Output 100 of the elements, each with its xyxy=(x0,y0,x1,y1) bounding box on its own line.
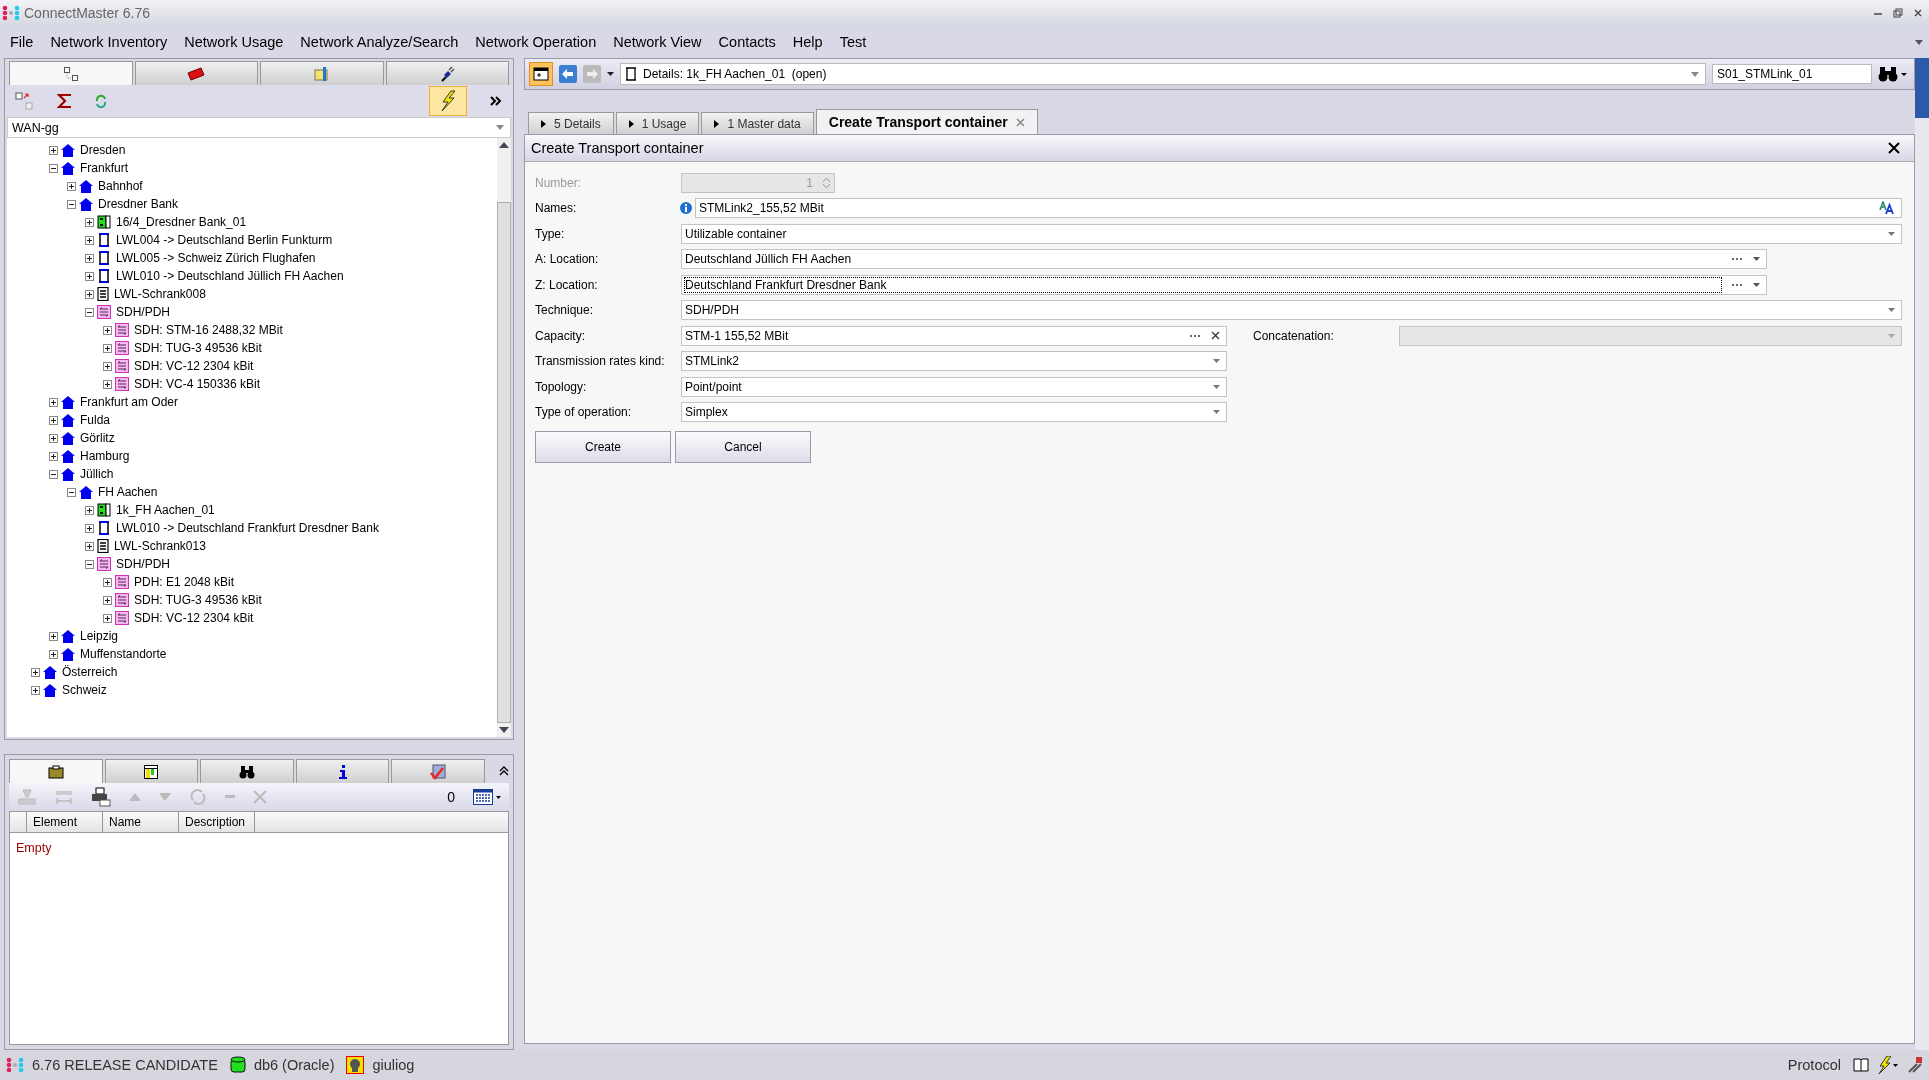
expand-toggle[interactable] xyxy=(49,415,58,425)
select-field[interactable]: Simplex xyxy=(681,402,1227,423)
tree-item[interactable]: FH Aachen xyxy=(98,485,158,499)
menu-item[interactable]: Test xyxy=(839,34,867,50)
book-icon[interactable] xyxy=(1853,1058,1869,1072)
form-button[interactable]: Create xyxy=(535,431,671,463)
clear-icon[interactable] xyxy=(1211,331,1220,341)
translate-icon[interactable] xyxy=(1879,201,1895,216)
detail-tab[interactable]: Create Transport container xyxy=(815,109,1038,134)
tree-item[interactable]: LWL010 -> Deutschland Frankfurt Dresdner Bank xyxy=(116,521,379,535)
menu-item[interactable]: Network Inventory xyxy=(50,34,168,50)
detail-tab[interactable]: 1 Usage xyxy=(615,112,700,134)
tree-filter-dropdown[interactable]: WAN-gg xyxy=(7,117,511,138)
location-field[interactable]: Deutschland Frankfurt Dresdner Bank xyxy=(681,274,1767,295)
tree-item[interactable]: LWL-Schrank013 xyxy=(114,539,206,553)
restore-icon[interactable] xyxy=(1893,8,1903,18)
detail-tab[interactable]: 1 Master data xyxy=(701,112,814,134)
tree-item[interactable]: Dresdner Bank xyxy=(98,197,179,211)
menu-item[interactable]: Contacts xyxy=(718,34,776,50)
tools-icon[interactable] xyxy=(1907,1056,1923,1074)
tree-item[interactable]: SDH: VC-12 2304 kBit xyxy=(134,611,254,625)
tree-item[interactable]: Bahnhof xyxy=(98,179,143,193)
expand-toggle[interactable] xyxy=(85,523,94,533)
scroll-up-icon[interactable] xyxy=(499,142,509,148)
panel-tab[interactable] xyxy=(104,759,199,783)
tree-item[interactable]: SDH/PDH xyxy=(116,557,170,571)
tree-expand-icon[interactable] xyxy=(15,92,35,110)
expand-toggle[interactable] xyxy=(49,433,58,443)
tree-item[interactable]: SDH: VC-12 2304 kBit xyxy=(134,359,254,373)
lightning-icon[interactable] xyxy=(1877,1056,1899,1074)
collapse-toggle[interactable] xyxy=(85,307,94,317)
menu-item[interactable]: Network Operation xyxy=(475,34,597,50)
close-icon[interactable] xyxy=(1913,8,1923,18)
select-field[interactable]: STMLink2 xyxy=(681,351,1227,372)
select-field[interactable]: Utilizable container xyxy=(681,223,1902,244)
tree-item[interactable]: 1k_FH Aachen_01 xyxy=(116,503,215,517)
location-field[interactable]: Deutschland Jüllich FH Aachen xyxy=(681,249,1767,270)
column-header[interactable]: Name xyxy=(103,812,179,832)
capacity-field[interactable]: STM-1 155,52 MBit xyxy=(681,325,1227,346)
tree-item[interactable]: PDH: E1 2048 kBit xyxy=(134,575,235,589)
expand-toggle[interactable] xyxy=(103,595,112,605)
expand-toggle[interactable] xyxy=(31,667,40,677)
tree-item[interactable]: Muffenstandorte xyxy=(80,647,167,661)
tree-item[interactable]: SDH: VC-4 150336 kBit xyxy=(134,377,261,391)
menu-item[interactable]: Network Usage xyxy=(184,34,284,50)
expand-toggle[interactable] xyxy=(103,343,112,353)
tree-item[interactable]: LWL010 -> Deutschland Jüllich FH Aachen xyxy=(116,269,344,283)
name-field[interactable]: STMLink2_155,52 MBit xyxy=(695,198,1902,219)
more-icon[interactable] xyxy=(1731,282,1743,287)
expand-toggle[interactable] xyxy=(103,577,112,587)
select-field[interactable]: Point/point xyxy=(681,376,1227,397)
protocol-menu[interactable]: Protocol xyxy=(1787,1057,1841,1073)
tree-item[interactable]: Schweiz xyxy=(62,683,107,697)
expand-toggle[interactable] xyxy=(49,451,58,461)
expand-toggle[interactable] xyxy=(49,145,58,155)
menu-item[interactable]: Network View xyxy=(613,34,702,50)
tree-item[interactable]: Österreich xyxy=(62,665,118,679)
tree-item[interactable]: Dresden xyxy=(80,143,126,157)
dropdown-arrow-icon[interactable] xyxy=(1753,257,1760,262)
collapse-toggle[interactable] xyxy=(67,487,76,497)
tree-item[interactable]: SDH: TUG-3 49536 kBit xyxy=(134,593,262,607)
search-field[interactable]: S01_STMLink_01 xyxy=(1712,64,1872,84)
expand-toggle[interactable] xyxy=(49,649,58,659)
tree-item[interactable]: LWL005 -> Schweiz Zürich Flughafen xyxy=(116,251,316,265)
expand-toggle[interactable] xyxy=(103,325,112,335)
column-header[interactable]: Element xyxy=(27,812,103,832)
history-dropdown-icon[interactable] xyxy=(607,72,614,76)
tree-item[interactable]: LWL004 -> Deutschland Berlin Funkturm xyxy=(116,233,333,247)
object-dropdown[interactable]: Details: 1k_FH Aachen_01 (open) xyxy=(620,63,1706,85)
close-tab-icon[interactable] xyxy=(1015,117,1025,127)
sum-icon[interactable] xyxy=(57,93,73,109)
expand-toggle[interactable] xyxy=(49,397,58,407)
expand-toggle[interactable] xyxy=(85,271,94,281)
expand-toggle[interactable] xyxy=(103,379,112,389)
expand-toggle[interactable] xyxy=(85,253,94,263)
select-field[interactable]: SDH/PDH xyxy=(681,300,1902,321)
expand-toggle[interactable] xyxy=(85,541,94,551)
menu-item[interactable]: Network Analyze/Search xyxy=(300,34,459,50)
detail-tab[interactable]: 5 Details xyxy=(528,112,614,134)
expand-toggle[interactable] xyxy=(85,217,94,227)
tree-item[interactable]: SDH: STM-16 2488,32 MBit xyxy=(134,323,283,337)
chevron-right-icon[interactable] xyxy=(489,95,503,107)
tree-item[interactable]: Görlitz xyxy=(80,431,115,445)
collapse-toggle[interactable] xyxy=(67,199,76,209)
tree-item[interactable]: SDH: TUG-3 49536 kBit xyxy=(134,341,262,355)
lightning-toggle[interactable] xyxy=(429,86,467,116)
form-button[interactable]: Cancel xyxy=(675,431,811,463)
menu-item[interactable]: File xyxy=(10,34,34,50)
more-icon[interactable] xyxy=(1189,333,1201,338)
tree-item[interactable]: Jüllich xyxy=(80,467,114,481)
dropdown-arrow-icon[interactable] xyxy=(1753,282,1760,287)
tree-item[interactable]: Fulda xyxy=(80,413,111,427)
print-icon[interactable] xyxy=(91,787,111,807)
expand-toggle[interactable] xyxy=(85,235,94,245)
panel-tab[interactable] xyxy=(9,759,103,783)
details-view-button[interactable] xyxy=(529,62,553,86)
more-icon[interactable] xyxy=(1731,257,1743,262)
panel-tab[interactable] xyxy=(295,759,390,783)
scrollbar[interactable] xyxy=(497,138,511,737)
expand-toggle[interactable] xyxy=(103,361,112,371)
